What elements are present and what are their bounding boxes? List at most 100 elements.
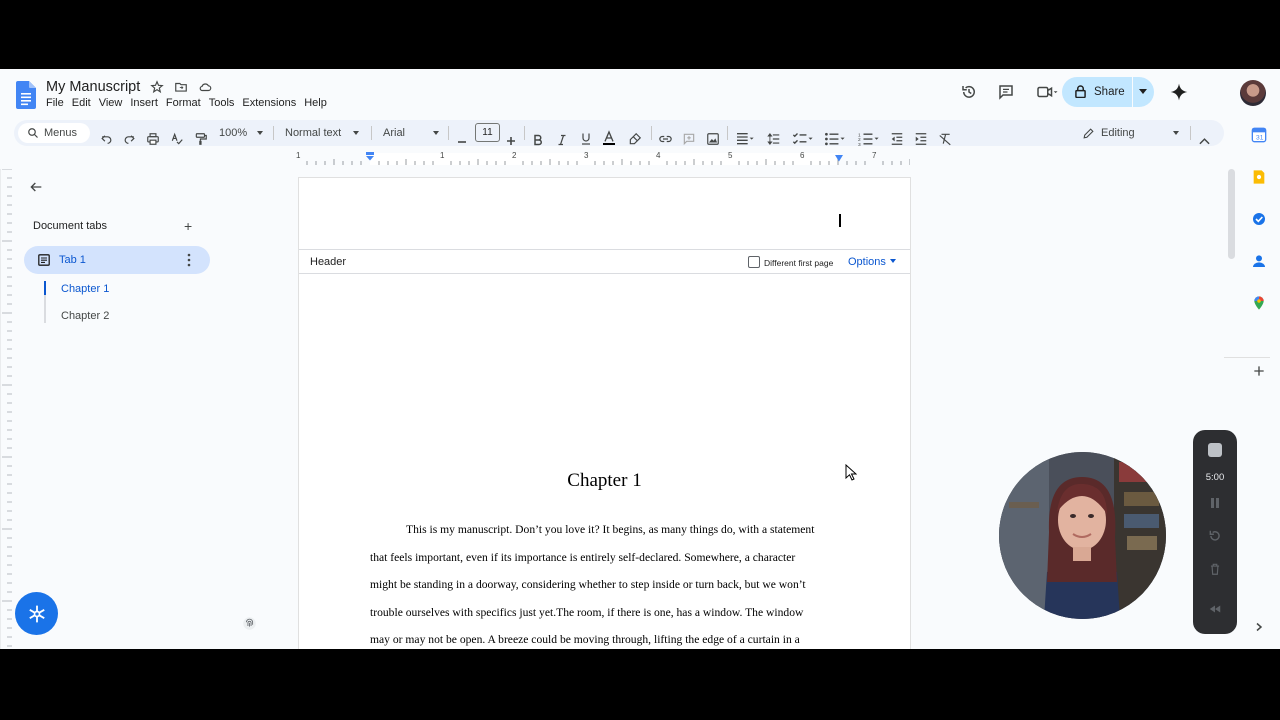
right-indent-marker-icon[interactable] — [834, 155, 844, 162]
style-select[interactable]: Normal text — [285, 120, 360, 146]
document-title[interactable]: My Manuscript — [46, 79, 140, 95]
menu-extensions[interactable]: Extensions — [242, 97, 301, 109]
highlight-color-icon[interactable] — [628, 126, 642, 152]
ruler-number: 3 — [584, 151, 589, 160]
ruler-number: 1 — [440, 151, 445, 160]
underline-icon[interactable] — [580, 126, 592, 152]
bold-icon[interactable] — [532, 127, 544, 153]
body-line: trouble ourselves with specifics just ye… — [370, 605, 804, 619]
clear-formatting-icon[interactable] — [938, 126, 952, 152]
font-select[interactable]: Arial — [383, 120, 440, 146]
align-icon[interactable] — [735, 126, 755, 152]
checklist-icon[interactable] — [792, 126, 814, 152]
mouse-pointer-icon — [845, 464, 857, 481]
menu-view[interactable]: View — [99, 97, 128, 109]
horizontal-ruler[interactable]: 1 1 2 3 4 5 6 7 — [296, 151, 910, 165]
tasks-icon[interactable] — [1251, 211, 1267, 227]
calendar-icon[interactable]: 31 — [1251, 127, 1267, 143]
menu-edit[interactable]: Edit — [72, 97, 96, 109]
menu-help[interactable]: Help — [304, 97, 332, 109]
svg-text:1: 1 — [858, 132, 861, 138]
meet-camera-icon[interactable] — [1035, 83, 1059, 101]
share-dropdown-icon[interactable] — [1139, 89, 1147, 94]
share-button[interactable]: Share — [1062, 77, 1154, 107]
chevron-down-icon — [889, 259, 896, 263]
text-color-icon[interactable] — [601, 125, 617, 151]
stop-recording-button[interactable] — [1208, 443, 1222, 457]
different-first-page-label[interactable]: Different first page — [764, 258, 833, 268]
insert-link-icon[interactable] — [658, 126, 673, 152]
restart-icon[interactable] — [1208, 529, 1222, 543]
svg-text:3: 3 — [858, 142, 861, 148]
snowflake-icon — [28, 605, 45, 622]
outline-chapter-1[interactable]: Chapter 1 — [61, 283, 109, 295]
scrollbar-thumb[interactable] — [1228, 169, 1235, 259]
spellcheck-icon[interactable] — [170, 126, 184, 152]
svg-text:2: 2 — [858, 137, 861, 143]
formatting-toolbar: Menus 100% Normal text Arial 11 123 Edit… — [14, 120, 1224, 148]
move-folder-icon[interactable] — [174, 80, 188, 94]
fingerprint-icon[interactable] — [242, 616, 257, 631]
menu-insert[interactable]: Insert — [130, 97, 163, 109]
italic-icon[interactable] — [556, 127, 568, 153]
increase-indent-icon[interactable] — [914, 126, 928, 152]
docs-logo-icon[interactable] — [16, 81, 36, 109]
outline-chapter-2[interactable]: Chapter 2 — [61, 310, 109, 322]
star-icon[interactable] — [150, 80, 164, 94]
style-value: Normal text — [285, 127, 342, 139]
print-icon[interactable] — [146, 126, 160, 152]
zoom-select[interactable]: 100% — [219, 120, 264, 146]
delete-icon[interactable] — [1208, 562, 1222, 576]
menus-search[interactable]: Menus — [18, 123, 90, 143]
ruler-number: 7 — [872, 151, 877, 160]
pencil-icon — [1083, 127, 1094, 139]
header-edit-bar: Header Different first page Options — [299, 249, 910, 274]
chevron-right-icon[interactable] — [1254, 622, 1264, 632]
font-size-input[interactable]: 11 — [475, 123, 500, 142]
sidebar-tab-1[interactable]: Tab 1 — [24, 246, 210, 274]
ruler-ticks — [306, 153, 910, 165]
more-vert-icon[interactable] — [185, 252, 193, 268]
pause-icon[interactable] — [1208, 496, 1222, 510]
contacts-icon[interactable] — [1251, 253, 1267, 269]
line-spacing-icon[interactable] — [767, 126, 781, 152]
header-actions: Share — [960, 77, 1280, 107]
paint-format-icon[interactable] — [194, 126, 208, 152]
redo-icon[interactable] — [123, 126, 136, 152]
maps-icon[interactable] — [1251, 295, 1267, 311]
numbered-list-icon[interactable]: 123 — [858, 126, 880, 152]
extension-launcher-button[interactable] — [15, 592, 58, 635]
menu-tools[interactable]: Tools — [209, 97, 240, 109]
lock-icon — [1075, 85, 1086, 98]
document-tab-icon — [38, 254, 50, 266]
gemini-sparkle-icon[interactable] — [1169, 82, 1189, 102]
webcam-bubble[interactable] — [999, 452, 1166, 619]
left-indent-marker-icon[interactable] — [365, 152, 375, 161]
different-first-page-checkbox[interactable] — [748, 256, 760, 268]
get-addons-plus-icon[interactable] — [1251, 363, 1267, 379]
editing-mode-select[interactable]: Editing — [1082, 120, 1179, 146]
back-arrow-icon[interactable] — [28, 179, 44, 195]
options-label: Options — [848, 256, 886, 268]
keep-icon[interactable] — [1251, 169, 1267, 185]
menu-format[interactable]: Format — [166, 97, 206, 109]
insert-image-icon[interactable] — [706, 126, 720, 152]
ruler-number: 1 — [296, 151, 301, 160]
header-options-button[interactable]: Options — [848, 256, 896, 268]
user-avatar[interactable] — [1240, 80, 1266, 106]
body-line: may or may not be open. A breeze could b… — [370, 633, 800, 646]
bulleted-list-icon[interactable] — [824, 126, 846, 152]
rewind-icon[interactable] — [1208, 602, 1222, 616]
undo-icon[interactable] — [100, 126, 113, 152]
add-comment-icon[interactable] — [682, 126, 696, 152]
version-history-icon[interactable] — [960, 83, 978, 101]
collapse-toolbar-icon[interactable] — [1199, 128, 1210, 154]
cloud-status-icon[interactable] — [198, 80, 213, 94]
ruler-number: 5 — [728, 151, 733, 160]
decrease-font-size-icon[interactable] — [457, 129, 467, 155]
comments-icon[interactable] — [997, 83, 1015, 101]
menu-file[interactable]: File — [46, 97, 69, 109]
decrease-indent-icon[interactable] — [890, 126, 904, 152]
add-tab-button[interactable]: + — [184, 219, 192, 233]
document-page[interactable]: Header Different first page Options Chap… — [298, 177, 911, 649]
